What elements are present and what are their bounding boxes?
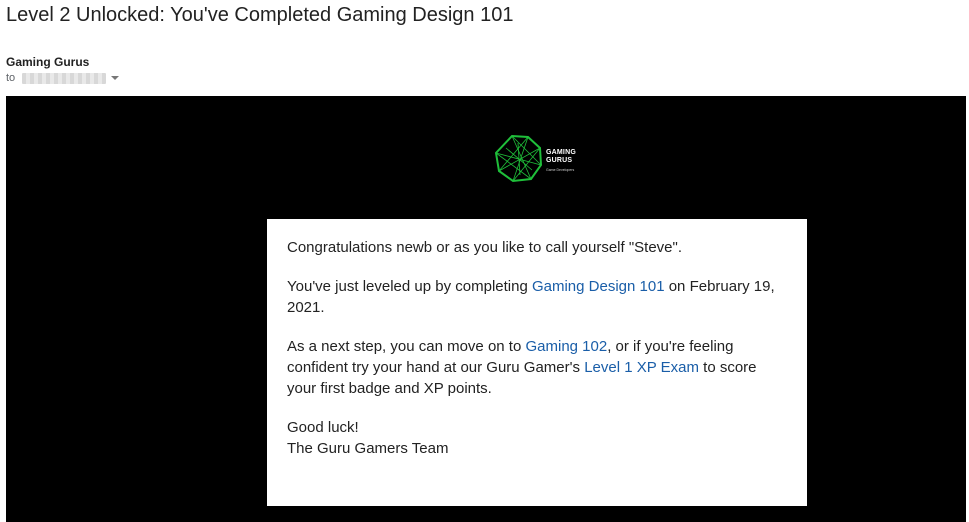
- next-step-text-start: As a next step, you can move on to: [287, 338, 526, 355]
- logo-tagline: Game Developers: [546, 168, 575, 172]
- message-card: Congratulations newb or as you like to c…: [267, 219, 807, 506]
- signoff-text: Good luck!: [287, 419, 359, 436]
- signoff-paragraph: Good luck! The Guru Gamers Team: [287, 417, 787, 459]
- redacted-recipient: [22, 72, 107, 84]
- octagon-network-icon: [494, 134, 543, 183]
- signature-text: The Guru Gamers Team: [287, 440, 449, 457]
- gaming-design-101-link[interactable]: Gaming Design 101: [532, 278, 665, 295]
- completion-paragraph: You've just leveled up by completing Gam…: [287, 276, 787, 318]
- greeting-paragraph: Congratulations newb or as you like to c…: [287, 239, 683, 256]
- to-label: to: [6, 72, 16, 84]
- completion-text-start: You've just leveled up by completing: [287, 278, 532, 295]
- recipient-line: to: [6, 72, 120, 84]
- logo-line-gurus: GURUS: [546, 157, 573, 164]
- email-subject: Level 2 Unlocked: You've Completed Gamin…: [6, 4, 514, 26]
- level-1-xp-exam-link[interactable]: Level 1 XP Exam: [584, 359, 699, 376]
- sender-name[interactable]: Gaming Gurus: [6, 55, 89, 69]
- email-body-banner: GAMING GURUS Game Developers Congratulat…: [6, 96, 966, 522]
- gaming-102-link[interactable]: Gaming 102: [525, 338, 607, 355]
- recipient-details-caret-icon[interactable]: [111, 76, 120, 80]
- next-step-paragraph: As a next step, you can move on to Gamin…: [287, 336, 787, 399]
- logo-wordmark: GAMING GURUS: [546, 149, 576, 165]
- logo-line-gaming: GAMING: [546, 149, 576, 156]
- gaming-gurus-logo: GAMING GURUS Game Developers: [494, 134, 594, 183]
